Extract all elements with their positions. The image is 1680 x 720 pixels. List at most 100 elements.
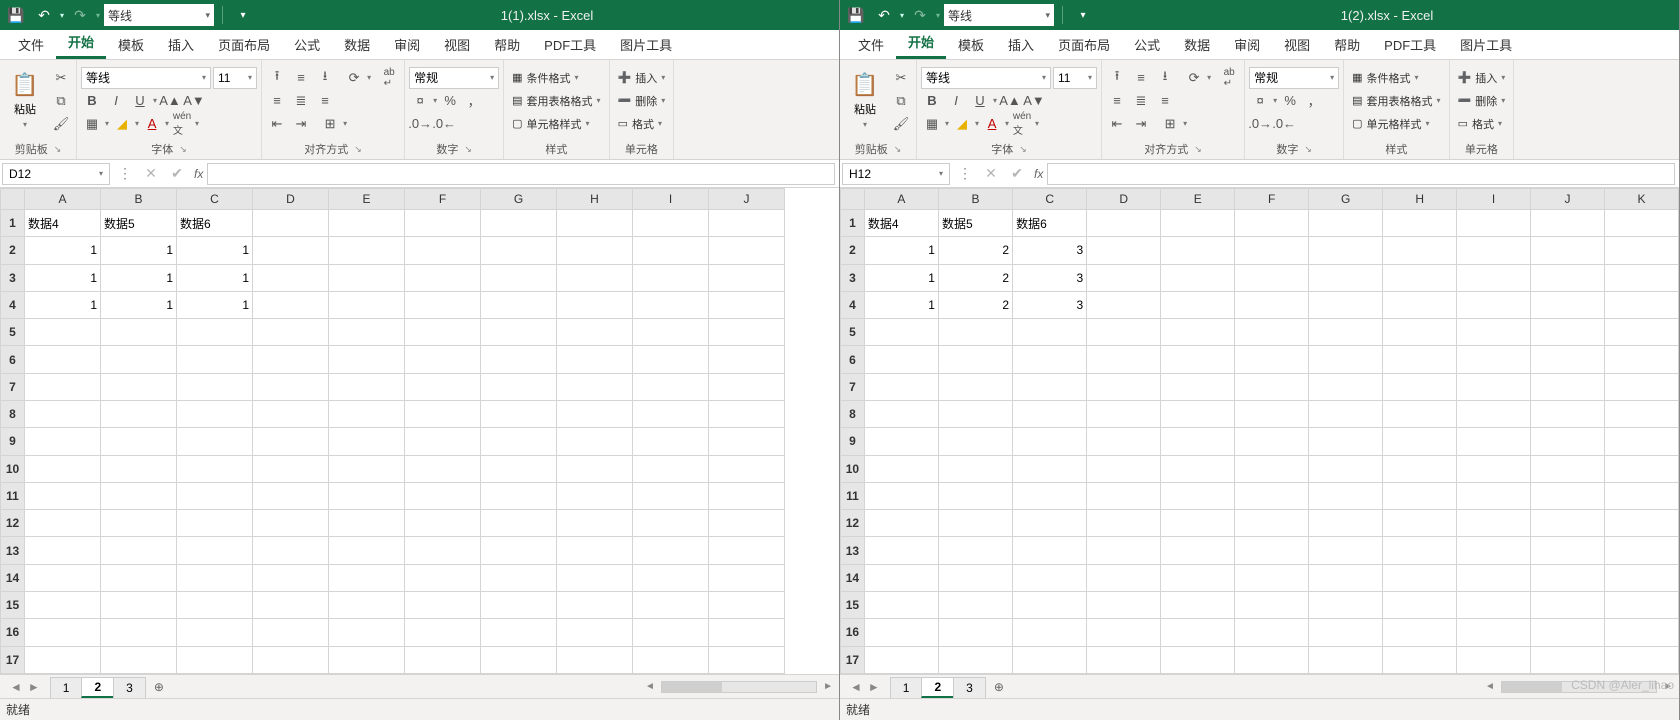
- cell-A5[interactable]: [25, 319, 101, 346]
- cell-H3[interactable]: [1383, 264, 1457, 291]
- cell-F2[interactable]: [1235, 237, 1309, 264]
- cell-E5[interactable]: [329, 319, 405, 346]
- font-size-combo[interactable]: 11▾: [213, 67, 257, 89]
- cell-B9[interactable]: [101, 428, 177, 455]
- cell-H10[interactable]: [1383, 455, 1457, 482]
- cell-H16[interactable]: [557, 619, 633, 646]
- cell-G17[interactable]: [481, 646, 557, 674]
- cell-B14[interactable]: [938, 564, 1012, 591]
- cell-K2[interactable]: [1604, 237, 1678, 264]
- align-top-icon[interactable]: ⭱: [266, 67, 288, 89]
- cell-D17[interactable]: [253, 646, 329, 674]
- cell-C8[interactable]: [177, 400, 253, 427]
- sheet-prev-icon[interactable]: ◄: [850, 680, 862, 694]
- sheet-tab-3[interactable]: 3: [953, 677, 986, 698]
- phonetic-button[interactable]: wén文: [171, 113, 193, 135]
- row-header-2[interactable]: 2: [841, 237, 865, 264]
- cell-J12[interactable]: [1531, 510, 1605, 537]
- cell-G5[interactable]: [1309, 319, 1383, 346]
- cell-J9[interactable]: [1531, 428, 1605, 455]
- cell-F12[interactable]: [1235, 510, 1309, 537]
- cell-I12[interactable]: [633, 510, 709, 537]
- cell-A6[interactable]: [25, 346, 101, 373]
- format-cells-button[interactable]: ▭格式▾: [614, 113, 670, 135]
- cell-C9[interactable]: [1013, 428, 1087, 455]
- cell-J5[interactable]: [1531, 319, 1605, 346]
- cell-A2[interactable]: 1: [864, 237, 938, 264]
- cell-H2[interactable]: [557, 237, 633, 264]
- qat-customize-icon[interactable]: ▾: [231, 3, 255, 27]
- cell-K10[interactable]: [1604, 455, 1678, 482]
- conditional-format-button[interactable]: ▦条件格式▾: [1348, 67, 1444, 89]
- cell-A13[interactable]: [864, 537, 938, 564]
- delete-cells-button[interactable]: ➖删除▾: [614, 90, 670, 112]
- cell-G4[interactable]: [481, 291, 557, 318]
- cell-F4[interactable]: [405, 291, 481, 318]
- cell-A9[interactable]: [25, 428, 101, 455]
- indent-decrease-icon[interactable]: ⇤: [266, 113, 288, 135]
- cell-G11[interactable]: [1309, 482, 1383, 509]
- cell-C5[interactable]: [1013, 319, 1087, 346]
- cell-I11[interactable]: [1457, 482, 1531, 509]
- cell-E3[interactable]: [1161, 264, 1235, 291]
- fill-color-button[interactable]: ◢: [951, 113, 973, 135]
- cell-K16[interactable]: [1604, 619, 1678, 646]
- cell-C14[interactable]: [177, 564, 253, 591]
- cell-I6[interactable]: [633, 346, 709, 373]
- cell-A17[interactable]: [25, 646, 101, 674]
- cell-G12[interactable]: [481, 510, 557, 537]
- cell-J10[interactable]: [709, 455, 785, 482]
- cell-A16[interactable]: [864, 619, 938, 646]
- cell-C4[interactable]: 3: [1013, 291, 1087, 318]
- cell-H9[interactable]: [557, 428, 633, 455]
- cell-I7[interactable]: [633, 373, 709, 400]
- ribbon-tab-文件[interactable]: 文件: [846, 30, 896, 59]
- font-name-combo[interactable]: 等线▾: [81, 67, 211, 89]
- cut-icon[interactable]: ✂: [50, 67, 72, 89]
- cell-E8[interactable]: [1161, 400, 1235, 427]
- cell-F5[interactable]: [405, 319, 481, 346]
- cell-H17[interactable]: [557, 646, 633, 674]
- indent-increase-icon[interactable]: ⇥: [290, 113, 312, 135]
- cell-B6[interactable]: [938, 346, 1012, 373]
- cell-C12[interactable]: [1013, 510, 1087, 537]
- cell-G10[interactable]: [1309, 455, 1383, 482]
- cell-H13[interactable]: [557, 537, 633, 564]
- cell-F9[interactable]: [1235, 428, 1309, 455]
- border-button[interactable]: ▦: [921, 113, 943, 135]
- ribbon-tab-视图[interactable]: 视图: [432, 30, 482, 59]
- cell-H4[interactable]: [557, 291, 633, 318]
- ribbon-tab-模板[interactable]: 模板: [106, 30, 156, 59]
- cell-K14[interactable]: [1604, 564, 1678, 591]
- cell-E17[interactable]: [329, 646, 405, 674]
- cell-F14[interactable]: [1235, 564, 1309, 591]
- cell-D1[interactable]: [1087, 210, 1161, 237]
- qat-font-combo[interactable]: 等线▾: [104, 4, 214, 26]
- cell-G16[interactable]: [481, 619, 557, 646]
- sheet-add-button[interactable]: ⊕: [145, 675, 173, 698]
- fbar-expand-icon[interactable]: ⋮: [112, 165, 138, 182]
- cell-C15[interactable]: [177, 591, 253, 618]
- cell-F8[interactable]: [1235, 400, 1309, 427]
- cell-C3[interactable]: 3: [1013, 264, 1087, 291]
- commit-icon[interactable]: ✔: [164, 165, 190, 182]
- border-button[interactable]: ▦: [81, 113, 103, 135]
- col-header-D[interactable]: D: [1087, 189, 1161, 210]
- cell-G1[interactable]: [481, 210, 557, 237]
- cell-I4[interactable]: [1457, 291, 1531, 318]
- cell-H6[interactable]: [1383, 346, 1457, 373]
- col-header-J[interactable]: J: [1531, 189, 1605, 210]
- cell-H14[interactable]: [1383, 564, 1457, 591]
- scroll-right-icon[interactable]: ►: [823, 681, 833, 692]
- cell-B15[interactable]: [938, 591, 1012, 618]
- row-header-7[interactable]: 7: [841, 373, 865, 400]
- cell-F2[interactable]: [405, 237, 481, 264]
- row-header-3[interactable]: 3: [841, 264, 865, 291]
- cell-I6[interactable]: [1457, 346, 1531, 373]
- cell-B12[interactable]: [938, 510, 1012, 537]
- align-right-icon[interactable]: ≡: [314, 90, 336, 112]
- cell-C7[interactable]: [177, 373, 253, 400]
- cell-F7[interactable]: [405, 373, 481, 400]
- row-header-14[interactable]: 14: [841, 564, 865, 591]
- cell-E14[interactable]: [329, 564, 405, 591]
